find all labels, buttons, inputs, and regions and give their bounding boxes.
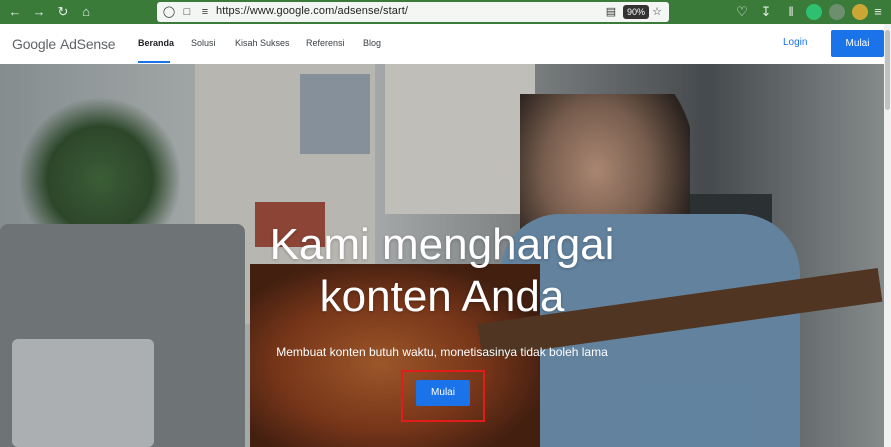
adsense-logo[interactable]: Google AdSense — [12, 36, 116, 52]
lock-icon[interactable]: □ — [179, 4, 195, 20]
menu-icon[interactable]: ≡ — [871, 3, 885, 21]
pocket-icon[interactable]: ♡ — [733, 3, 751, 21]
extension-icon[interactable] — [829, 4, 845, 20]
shield-icon[interactable]: ◯ — [161, 4, 177, 20]
permissions-icon[interactable]: ≡ — [197, 4, 213, 20]
hero-title-line1: Kami menghargai — [269, 220, 615, 269]
reader-icon[interactable]: ▤ — [603, 4, 619, 20]
nav-referensi[interactable]: Referensi — [306, 38, 345, 48]
url-text[interactable]: https://www.google.com/adsense/start/ — [216, 5, 408, 17]
url-bar[interactable]: ◯ □ ≡ https://www.google.com/adsense/sta… — [157, 2, 669, 22]
zoom-badge[interactable]: 90% — [623, 5, 650, 19]
nav-beranda[interactable]: Beranda — [138, 38, 174, 48]
adsense-wordmark: AdSense — [59, 36, 116, 52]
forward-icon[interactable]: → — [30, 3, 48, 21]
bookmark-star-icon[interactable]: ☆ — [649, 4, 665, 20]
active-nav-indicator — [138, 61, 170, 63]
reload-icon[interactable]: ↻ — [54, 3, 72, 21]
nav-kisah-sukses[interactable]: Kisah Sukses — [235, 38, 290, 48]
extension-icon[interactable] — [852, 4, 868, 20]
hero-title-line2: konten Anda — [319, 272, 565, 321]
scrollbar-thumb[interactable] — [885, 30, 890, 110]
nav-blog[interactable]: Blog — [363, 38, 381, 48]
site-header: Google AdSense Beranda Solusi Kisah Sukse… — [0, 24, 891, 65]
back-icon[interactable]: ← — [6, 3, 24, 21]
home-icon[interactable]: ⌂ — [77, 3, 95, 21]
start-button-header[interactable]: Mulai — [831, 30, 884, 57]
browser-toolbar: ← → ↻ ⌂ ◯ □ ≡ https://www.google.com/ads… — [0, 0, 891, 24]
library-icon[interactable]: ‖ — [782, 3, 800, 21]
hero-subtitle: Membuat konten butuh waktu, monetisasiny… — [276, 345, 608, 359]
download-icon[interactable]: ↧ — [757, 3, 775, 21]
nav-solusi[interactable]: Solusi — [191, 38, 216, 48]
start-button-hero[interactable]: Mulai — [416, 380, 470, 406]
google-wordmark: Google — [12, 36, 56, 52]
login-link[interactable]: Login — [783, 37, 807, 48]
extension-icon[interactable] — [806, 4, 822, 20]
